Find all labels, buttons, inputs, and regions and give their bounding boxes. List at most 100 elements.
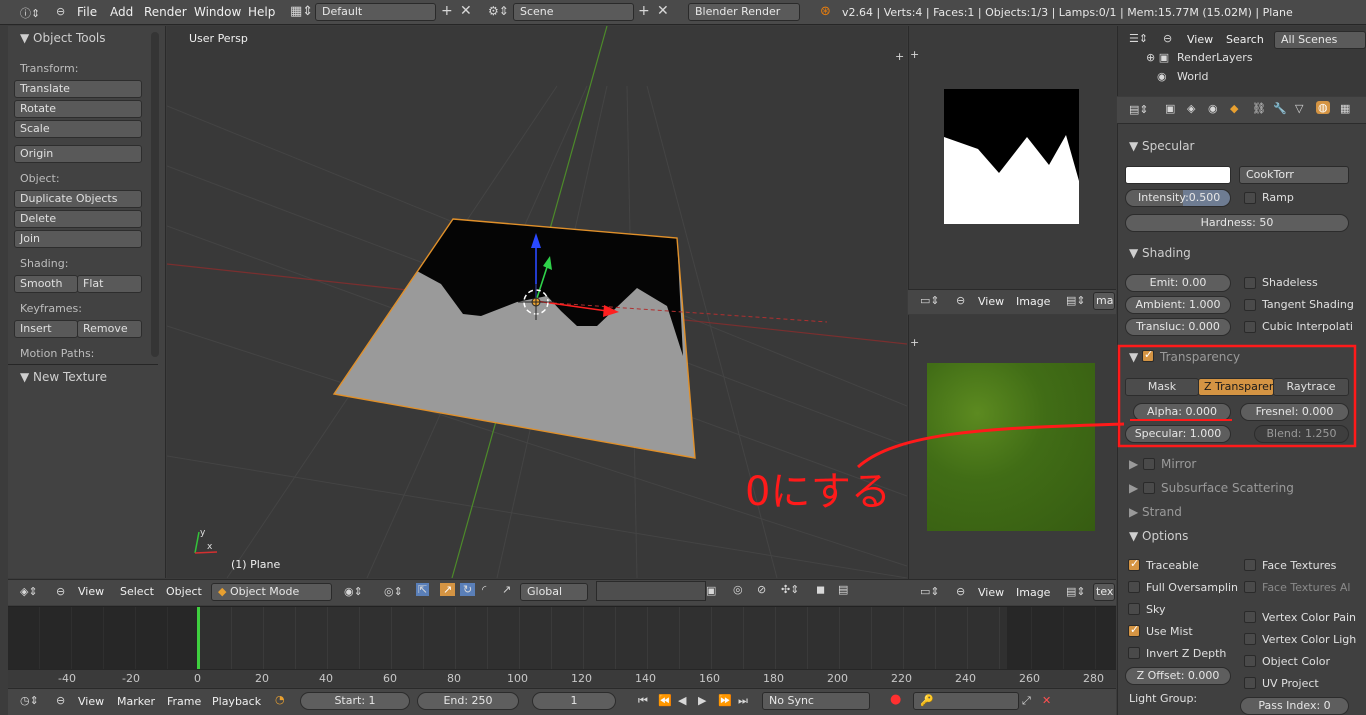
image-browse-icon-bottom[interactable]: ▤⇕ bbox=[1066, 585, 1086, 598]
object-color-checkbox[interactable] bbox=[1244, 655, 1256, 667]
transluc-slider[interactable]: Transluc: 0.000 bbox=[1125, 318, 1231, 336]
image-split-icon-top[interactable]: + bbox=[910, 48, 919, 61]
flat-button[interactable]: Flat bbox=[77, 275, 142, 293]
tab-render-icon[interactable]: ▣ bbox=[1165, 102, 1175, 115]
menu-render[interactable]: Render bbox=[144, 5, 187, 19]
scale-manipulator-icon[interactable]: ◜ bbox=[482, 583, 486, 596]
preview-range-icon[interactable]: ◔ bbox=[275, 693, 285, 706]
remove-keyframe-button[interactable]: Remove bbox=[77, 320, 142, 338]
blend-field[interactable]: Blend: 1.250 bbox=[1254, 425, 1349, 443]
outliner-menu-search[interactable]: Search bbox=[1226, 33, 1264, 46]
tab-material-icon[interactable]: ◍ bbox=[1316, 101, 1330, 114]
mirror-checkbox[interactable] bbox=[1143, 458, 1155, 470]
end-frame-field[interactable]: End: 250 bbox=[417, 692, 519, 710]
transparency-ztrans-button[interactable]: Z Transparenc bbox=[1198, 378, 1274, 396]
scale-button[interactable]: Scale bbox=[14, 120, 142, 138]
rotate-button[interactable]: Rotate bbox=[14, 100, 142, 118]
image-collapse-icon-bottom[interactable]: ⊖ bbox=[956, 585, 965, 598]
proportional-icon[interactable]: ✣⇕ bbox=[781, 583, 799, 596]
keying-set-field[interactable]: 🔑 bbox=[913, 692, 1019, 710]
pass-index-field[interactable]: Pass Index: 0 bbox=[1240, 697, 1349, 715]
current-frame-field[interactable]: 1 bbox=[532, 692, 616, 710]
render-preview-icon[interactable]: ◎ bbox=[733, 583, 743, 596]
menu-add[interactable]: Add bbox=[110, 5, 133, 19]
add-layout-icon[interactable]: + bbox=[441, 3, 453, 19]
snap-icon[interactable]: ⊘ bbox=[757, 583, 766, 596]
render-icon[interactable]: ◼ bbox=[816, 583, 825, 596]
image-collapse-icon-top[interactable]: ⊖ bbox=[956, 294, 965, 307]
ramp-checkbox[interactable] bbox=[1244, 192, 1256, 204]
translate-button[interactable]: Translate bbox=[14, 80, 142, 98]
tab-modifiers-icon[interactable]: 🔧 bbox=[1273, 102, 1287, 115]
tab-constraints-icon[interactable]: ⛓ bbox=[1252, 102, 1266, 115]
play-reverse-icon[interactable]: ◀ bbox=[678, 694, 686, 707]
manipulator-icon[interactable]: ⇱ bbox=[416, 583, 430, 596]
scene-selector[interactable]: Scene bbox=[513, 3, 634, 21]
specular-panel-header[interactable]: ▼ Specular bbox=[1129, 139, 1195, 153]
specular-color-swatch[interactable] bbox=[1125, 166, 1231, 184]
z-offset-field[interactable]: Z Offset: 0.000 bbox=[1125, 667, 1231, 685]
sky-checkbox[interactable] bbox=[1128, 603, 1140, 615]
remove-scene-icon[interactable]: ✕ bbox=[657, 3, 669, 19]
duplicate-objects-button[interactable]: Duplicate Objects bbox=[14, 190, 142, 208]
viewport-3d[interactable]: y x User Persp (1) Plane + bbox=[167, 26, 907, 578]
translate-manipulator-icon[interactable]: ↗ bbox=[440, 583, 456, 596]
invert-z-checkbox[interactable] bbox=[1128, 647, 1140, 659]
image-menu-view-bottom[interactable]: View bbox=[978, 586, 1004, 599]
image-editor-type-icon-bottom[interactable]: ▭⇕ bbox=[920, 585, 940, 598]
viewport-menu-object[interactable]: Object bbox=[166, 585, 202, 598]
outliner-collapse-icon[interactable]: ⊖ bbox=[1163, 32, 1172, 45]
outliner-type-icon[interactable]: ☰⇕ bbox=[1129, 32, 1148, 45]
insert-keyframe-icon[interactable]: ⤢ bbox=[1022, 694, 1031, 708]
tab-layers-icon[interactable]: ◈ bbox=[1187, 102, 1195, 115]
image-name-top[interactable]: ma bbox=[1093, 292, 1115, 310]
use-mist-checkbox[interactable] bbox=[1128, 623, 1140, 637]
editor-type-icon[interactable]: ◈⇕ bbox=[20, 585, 38, 598]
timeline-collapse-icon[interactable]: ⊖ bbox=[56, 694, 65, 707]
traceable-checkbox[interactable] bbox=[1128, 557, 1140, 571]
smooth-button[interactable]: Smooth bbox=[14, 275, 78, 293]
tab-texture-icon[interactable]: ▦ bbox=[1340, 102, 1350, 115]
header-collapse-icon[interactable]: ⊖ bbox=[56, 585, 65, 598]
viewport-menu-view[interactable]: View bbox=[78, 585, 104, 598]
play-icon[interactable]: ▶ bbox=[698, 694, 706, 707]
outliner-item-renderlayers[interactable]: RenderLayers bbox=[1177, 51, 1253, 64]
jump-end-icon[interactable]: ⏭ bbox=[738, 694, 748, 708]
fresnel-field[interactable]: Fresnel: 0.000 bbox=[1240, 403, 1349, 421]
menu-window[interactable]: Window bbox=[194, 5, 241, 19]
delete-keyframe-icon[interactable]: ✕ bbox=[1042, 694, 1051, 707]
vertex-color-light-checkbox[interactable] bbox=[1244, 633, 1256, 645]
image-menu-image-bottom[interactable]: Image bbox=[1016, 586, 1050, 599]
specular-shader-selector[interactable]: CookTorr bbox=[1239, 166, 1349, 184]
info-editor-icon[interactable]: ⓘ⇕ bbox=[20, 5, 40, 21]
join-button[interactable]: Join bbox=[14, 230, 142, 248]
vertex-color-paint-checkbox[interactable] bbox=[1244, 611, 1256, 623]
full-oversampling-checkbox[interactable] bbox=[1128, 581, 1140, 593]
transparency-specular-slider[interactable]: Specular: 1.000 bbox=[1125, 425, 1231, 443]
subsurface-checkbox[interactable] bbox=[1143, 482, 1155, 494]
tab-data-icon[interactable]: ▽ bbox=[1295, 102, 1303, 115]
options-panel-header[interactable]: ▼ Options bbox=[1129, 529, 1188, 543]
image-menu-view-top[interactable]: View bbox=[978, 295, 1004, 308]
cubic-interpolation-checkbox[interactable] bbox=[1244, 321, 1256, 333]
tool-shelf-scrollbar[interactable] bbox=[151, 32, 159, 357]
auto-key-record-icon[interactable]: ● bbox=[890, 692, 901, 707]
image-menu-image-top[interactable]: Image bbox=[1016, 295, 1050, 308]
timeline-type-icon[interactable]: ◷⇕ bbox=[20, 694, 39, 707]
mirror-panel-header[interactable]: ▶ bbox=[1129, 457, 1138, 471]
image-name-bottom[interactable]: tex bbox=[1093, 583, 1115, 601]
face-textures-checkbox[interactable] bbox=[1244, 559, 1256, 571]
subsurface-panel-header[interactable]: ▶ bbox=[1129, 481, 1138, 495]
shading-panel-header[interactable]: ▼ Shading bbox=[1129, 246, 1191, 260]
start-frame-field[interactable]: Start: 1 bbox=[300, 692, 410, 710]
remove-layout-icon[interactable]: ✕ bbox=[460, 3, 472, 19]
outliner-menu-view[interactable]: View bbox=[1187, 33, 1213, 46]
image-editor-type-icon-top[interactable]: ▭⇕ bbox=[920, 294, 940, 307]
render-engine-selector[interactable]: Blender Render bbox=[688, 3, 800, 21]
hardness-field[interactable]: Hardness: 50 bbox=[1125, 214, 1349, 232]
scene-icon[interactable]: ⚙⇕ bbox=[488, 4, 509, 18]
pivot-icon[interactable]: ◎⇕ bbox=[384, 585, 403, 598]
ambient-slider[interactable]: Ambient: 1.000 bbox=[1125, 296, 1231, 314]
outliner-scope-selector[interactable]: All Scenes bbox=[1274, 31, 1366, 49]
uv-project-checkbox[interactable] bbox=[1244, 677, 1256, 689]
